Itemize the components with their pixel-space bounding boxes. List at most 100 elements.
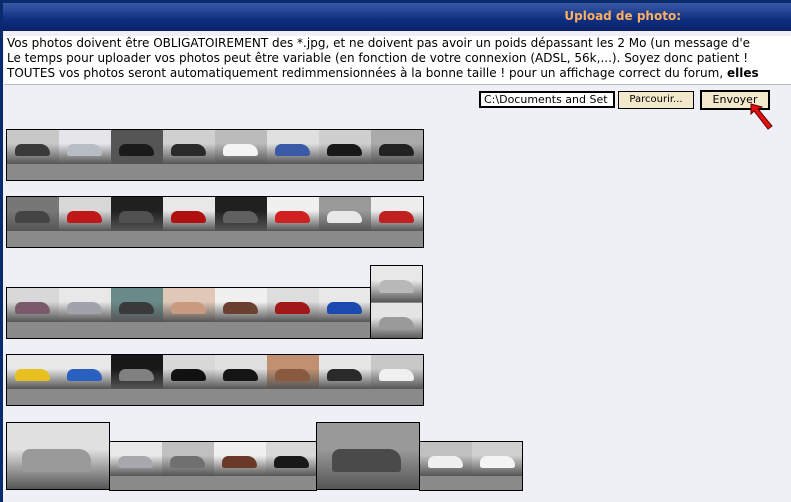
car-shape	[119, 302, 154, 314]
photo-white-hatchback	[371, 355, 423, 389]
thumbnail-red-taillight[interactable]	[267, 197, 319, 247]
photo-white-car-side	[472, 442, 522, 476]
car-shape	[119, 144, 154, 156]
thumbnail-row-4	[6, 354, 424, 406]
photo-silver-car-rear	[371, 303, 422, 338]
photo-purple-car	[7, 288, 59, 322]
thumbnail-interior-console[interactable]	[215, 197, 267, 247]
thumbnail-red-van[interactable]	[267, 288, 319, 338]
instructions-panel: Vos photos doivent être OBLIGATOIREMENT …	[4, 36, 791, 85]
photo-red-car-side	[163, 197, 215, 231]
car-shape	[67, 302, 102, 314]
car-shape	[170, 456, 205, 468]
thumbnail-dashboard-display[interactable]	[111, 288, 163, 338]
thumbnail-gear-stick[interactable]	[317, 423, 419, 489]
photo-silver-car	[59, 288, 111, 322]
photo-black-sedan	[163, 355, 215, 389]
thumbnail-row-2	[6, 196, 424, 248]
thumbnail-row-3	[6, 287, 372, 339]
photo-dashboard	[7, 197, 59, 231]
thumbnail-brown-interior[interactable]	[267, 355, 319, 405]
thumbnail-blue-car-studio[interactable]	[267, 130, 319, 180]
thumbnail-speaker-detail[interactable]	[7, 423, 109, 489]
thumbnail-headlight[interactable]	[162, 442, 214, 490]
thumbnail-brown-car[interactable]	[215, 288, 267, 338]
instruction-bold: elles	[726, 66, 759, 80]
photo-silver-car-front	[371, 266, 422, 302]
thumbnail-white-car[interactable]	[215, 130, 267, 180]
thumbnail-leather-seat[interactable]	[163, 288, 215, 338]
thumbnail-black-hatchback[interactable]	[215, 355, 267, 405]
thumbnail-silver-car-front[interactable]	[371, 266, 422, 302]
thumbnail-alloy-wheel[interactable]	[111, 355, 163, 405]
car-shape	[118, 456, 153, 468]
thumbnail-red-car-side[interactable]	[163, 197, 215, 247]
thumbnail-red-hatchback[interactable]	[371, 197, 423, 247]
car-shape	[379, 144, 414, 156]
thumbnail-brown-suv[interactable]	[214, 442, 266, 490]
car-shape	[15, 369, 50, 381]
thumbnail-silver-car-rear[interactable]	[371, 303, 422, 338]
car-shape	[379, 369, 414, 381]
thumbnail-black-car-front[interactable]	[371, 130, 423, 180]
thumbnail-row-5-end	[419, 441, 523, 491]
instruction-line-1: Vos photos doivent être OBLIGATOIREMENT …	[7, 36, 751, 50]
thumbnail-large-speaker	[6, 422, 110, 490]
photo-white-van	[319, 197, 371, 231]
car-shape	[480, 456, 515, 468]
photo-black-car	[266, 442, 316, 476]
car-shape	[327, 211, 362, 223]
thumbnail-silver-front[interactable]	[110, 442, 162, 490]
thumbnail-white-coupe[interactable]	[420, 442, 472, 490]
photo-dashboard-display	[111, 288, 163, 322]
thumbnail-black-car-side[interactable]	[319, 130, 371, 180]
car-shape	[379, 211, 414, 223]
car-shape	[119, 211, 154, 223]
car-shape	[67, 211, 102, 223]
thumbnail-silver-suv[interactable]	[59, 130, 111, 180]
thumbnail-black-car[interactable]	[266, 442, 316, 490]
car-shape	[67, 369, 102, 381]
thumbnail-blue-coupe[interactable]	[59, 355, 111, 405]
car-shape	[67, 144, 102, 156]
browse-button[interactable]: Parcourir...	[618, 91, 694, 109]
car-shape	[223, 144, 258, 156]
thumbnail-dark-car-road[interactable]	[163, 130, 215, 180]
photo-steering-detail	[111, 197, 163, 231]
photo-headlight	[162, 442, 214, 476]
thumbnail-row-3-stacked	[370, 265, 423, 339]
car-shape	[379, 317, 414, 330]
car-shape	[15, 211, 50, 223]
thumbnail-white-car-side[interactable]	[472, 442, 522, 490]
car-shape	[15, 302, 50, 314]
thumbnail-purple-car[interactable]	[7, 288, 59, 338]
file-path-input[interactable]	[479, 91, 615, 108]
car-shape	[171, 144, 206, 156]
car-shape	[327, 369, 362, 381]
thumbnail-dark-sedan[interactable]	[7, 130, 59, 180]
thumbnail-red-car-front[interactable]	[59, 197, 111, 247]
car-shape	[274, 456, 309, 468]
thumbnail-dark-suv[interactable]	[319, 355, 371, 405]
thumbnail-yellow-car[interactable]	[7, 355, 59, 405]
thumbnail-dashboard[interactable]	[7, 197, 59, 247]
photo-red-van	[267, 288, 319, 322]
thumbnail-row-5	[109, 441, 317, 491]
thumbnail-steering-detail[interactable]	[111, 197, 163, 247]
car-shape	[327, 302, 362, 314]
photo-interior-console	[215, 197, 267, 231]
photo-leather-seat	[163, 288, 215, 322]
thumbnail-silver-car[interactable]	[59, 288, 111, 338]
instruction-line-2: Le temps pour uploader vos photos peut ê…	[7, 51, 749, 65]
car-shape	[223, 211, 258, 223]
thumbnail-white-van[interactable]	[319, 197, 371, 247]
car-shape	[171, 211, 206, 223]
thumbnail-blue-car[interactable]	[319, 288, 371, 338]
photo-silver-front	[110, 442, 162, 476]
car-shape	[223, 302, 258, 314]
thumbnail-white-hatchback[interactable]	[371, 355, 423, 405]
photo-silver-suv	[59, 130, 111, 164]
thumbnail-black-sedan[interactable]	[163, 355, 215, 405]
thumbnail-black-coupe[interactable]	[111, 130, 163, 180]
car-shape	[15, 144, 50, 156]
